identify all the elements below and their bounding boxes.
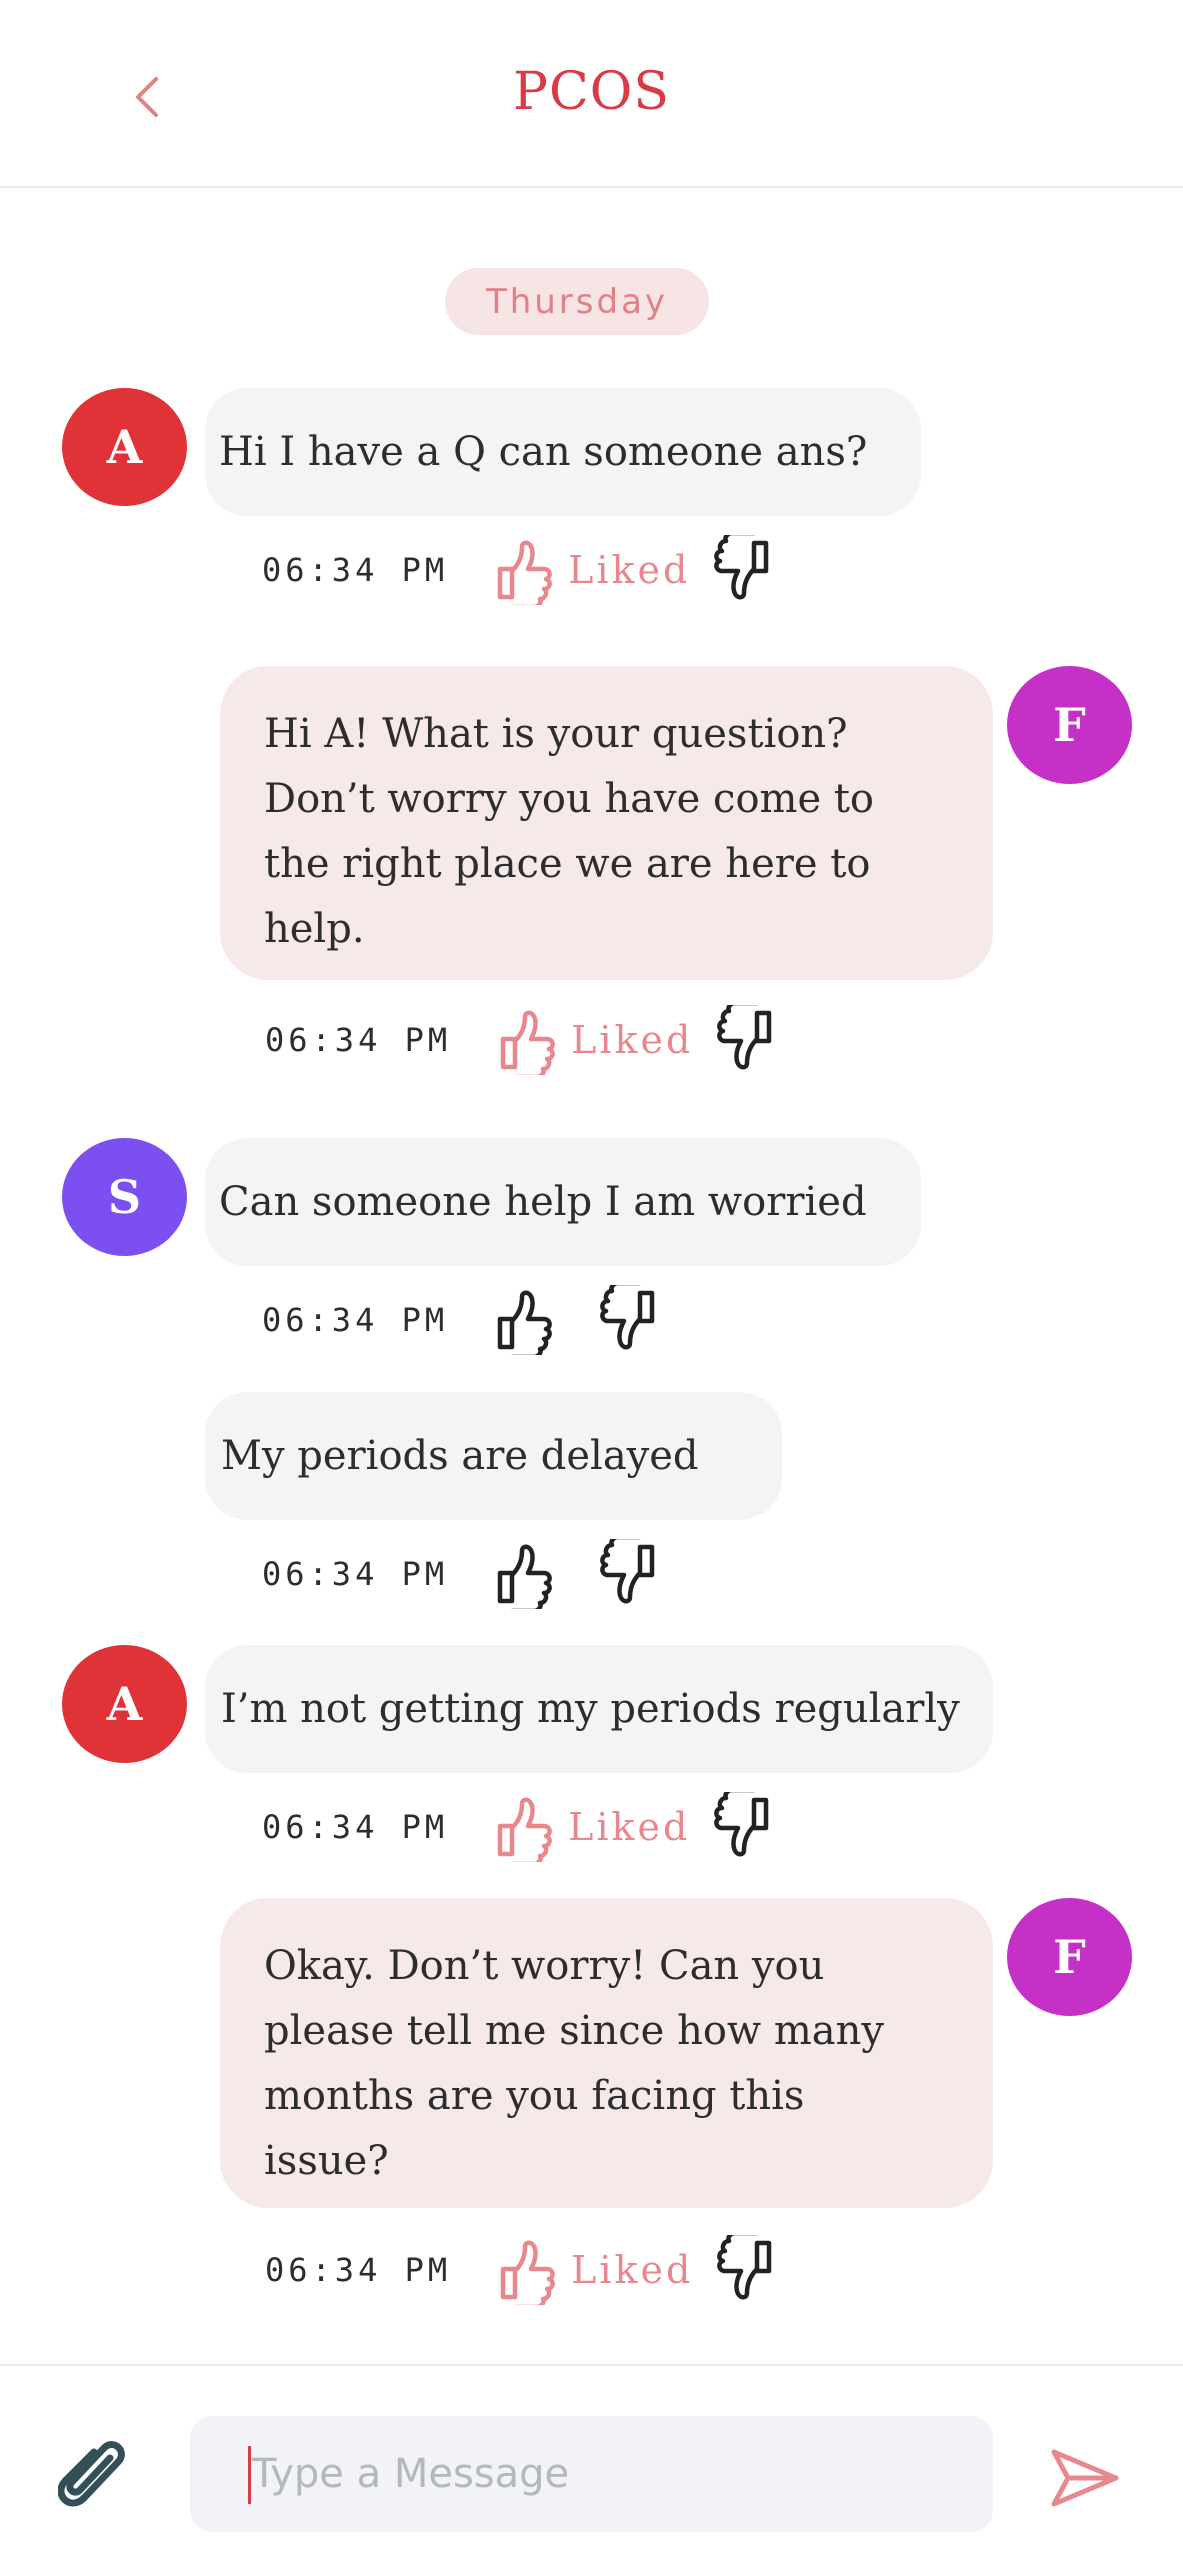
thumbs-up-icon (497, 1544, 552, 1609)
message-text-line: Don’t worry you have come to (264, 776, 874, 822)
message-bubble: Can someone help I am worried (205, 1138, 921, 1266)
message-text-line: help. (264, 906, 365, 952)
message-item: S Can someone help I am worried 06:34 PM (0, 1138, 1183, 1358)
send-icon (1051, 2449, 1119, 2507)
thumbs-up-icon (497, 1290, 552, 1355)
like-button[interactable]: Liked (493, 2235, 693, 2305)
thumbs-down-icon (600, 1539, 655, 1604)
message-item: A Hi I have a Q can someone ans? 06:34 P… (0, 388, 1183, 638)
message-time: 06:34 PM (262, 1301, 449, 1339)
message-meta: 06:34 PM Liked (262, 530, 776, 610)
message-text: Hi I have a Q can someone ans? (219, 428, 868, 475)
message-time: 06:34 PM (265, 2251, 452, 2289)
message-text: Can someone help I am worried (219, 1178, 867, 1225)
avatar: F (1007, 1898, 1132, 2016)
thumbs-down-icon (714, 535, 769, 600)
message-item: Okay. Don’t worry! Can you please tell m… (0, 1898, 1183, 2338)
thumbs-up-icon (500, 2240, 555, 2305)
dislike-button[interactable] (712, 535, 776, 605)
message-text-line: months are you facing this (264, 2073, 805, 2119)
dislike-button[interactable] (598, 1539, 662, 1609)
message-time: 06:34 PM (265, 1021, 452, 1059)
message-input[interactable] (190, 2416, 993, 2532)
thumbs-down-icon (714, 1792, 769, 1857)
avatar: F (1007, 666, 1132, 784)
send-button[interactable] (1050, 2446, 1120, 2510)
message-item: A I’m not getting my periods regularly 0… (0, 1645, 1183, 1865)
message-bubble: I’m not getting my periods regularly (205, 1645, 993, 1773)
like-button[interactable]: Liked (490, 1792, 690, 1862)
message-time: 06:34 PM (262, 551, 449, 589)
thumbs-up-icon (497, 1797, 552, 1862)
message-bubble: Okay. Don’t worry! Can you please tell m… (220, 1898, 993, 2208)
paperclip-icon (57, 2441, 125, 2507)
message-time: 06:34 PM (262, 1808, 449, 1846)
thumbs-down-icon (600, 1285, 655, 1350)
message-input-container (190, 2416, 993, 2532)
like-button[interactable]: Liked (490, 535, 690, 605)
avatar: S (62, 1138, 187, 1256)
text-cursor (248, 2446, 251, 2504)
message-composer (0, 2364, 1183, 2560)
liked-label: Liked (568, 1805, 691, 1849)
message-text: My periods are delayed (221, 1432, 699, 1479)
message-meta: 06:34 PM Liked (262, 1787, 776, 1867)
thumbs-up-icon (497, 540, 552, 605)
liked-label: Liked (571, 2248, 694, 2292)
thumbs-down-icon (717, 2235, 772, 2300)
dislike-button[interactable] (715, 2235, 779, 2305)
message-bubble: Hi I have a Q can someone ans? (205, 388, 921, 516)
thumbs-down-icon (717, 1005, 772, 1070)
dislike-button[interactable] (712, 1792, 776, 1862)
message-meta: 06:34 PM Liked (265, 1000, 779, 1080)
message-bubble: Hi A! What is your question? Don’t worry… (220, 666, 993, 980)
message-text: I’m not getting my periods regularly (221, 1685, 960, 1732)
message-text-line: Okay. Don’t worry! Can you (264, 1943, 825, 1989)
message-text-line: Hi A! What is your question? (264, 711, 848, 757)
message-meta: 06:34 PM (262, 1280, 662, 1360)
attach-button[interactable] (57, 2436, 128, 2514)
like-button[interactable] (490, 1285, 554, 1355)
message-text-line: please tell me since how many (264, 2008, 884, 2054)
like-button[interactable]: Liked (493, 1005, 693, 1075)
dislike-button[interactable] (715, 1005, 779, 1075)
like-button[interactable] (490, 1539, 554, 1609)
message-time: 06:34 PM (262, 1555, 449, 1593)
page-title: PCOS (512, 62, 671, 122)
liked-label: Liked (571, 1018, 694, 1062)
thumbs-up-icon (500, 1010, 555, 1075)
message-text-line: the right place we are here to (264, 841, 871, 887)
liked-label: Liked (568, 548, 691, 592)
header-bar: PCOS (0, 0, 1183, 188)
message-meta: 06:34 PM Liked (265, 2230, 779, 2310)
day-separator: Thursday (445, 268, 709, 335)
message-item: Hi A! What is your question? Don’t worry… (0, 666, 1183, 1106)
avatar: A (62, 388, 187, 506)
message-text-line: issue? (264, 2138, 389, 2184)
message-meta: 06:34 PM (262, 1534, 662, 1614)
dislike-button[interactable] (598, 1285, 662, 1355)
message-item: My periods are delayed 06:34 PM (0, 1392, 1183, 1612)
message-bubble: My periods are delayed (205, 1392, 782, 1520)
avatar: A (62, 1645, 187, 1763)
